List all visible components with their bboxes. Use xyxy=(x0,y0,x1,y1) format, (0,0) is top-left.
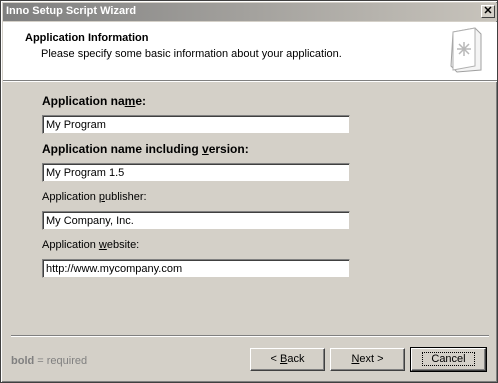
app-version-label: Application name including version: xyxy=(42,142,249,156)
back-button[interactable]: < Back xyxy=(250,348,325,371)
close-icon: ✕ xyxy=(483,5,493,17)
header-divider xyxy=(3,81,497,82)
app-name-label: Application name: xyxy=(42,94,147,108)
page-title: Application Information xyxy=(25,32,149,44)
app-name-field[interactable] xyxy=(42,115,350,134)
wizard-header: Application Information Please specify s… xyxy=(3,22,497,81)
wizard-book-icon xyxy=(450,27,482,73)
app-website-label: Application website: xyxy=(42,239,140,251)
next-button[interactable]: Next > xyxy=(330,348,405,371)
app-publisher-label: Application publisher: xyxy=(42,191,147,203)
wizard-window: Inno Setup Script Wizard ✕ Application I… xyxy=(0,0,498,383)
footer-divider-highlight xyxy=(11,336,489,337)
close-button[interactable]: ✕ xyxy=(481,5,495,18)
window-title: Inno Setup Script Wizard xyxy=(6,5,137,17)
app-version-field[interactable] xyxy=(42,163,350,182)
required-legend: bold = required xyxy=(11,355,88,367)
app-website-field[interactable] xyxy=(42,259,350,278)
cancel-button[interactable]: Cancel xyxy=(410,347,487,372)
app-publisher-field[interactable] xyxy=(42,211,350,230)
title-bar[interactable]: Inno Setup Script Wizard ✕ xyxy=(3,3,497,21)
page-subtitle: Please specify some basic information ab… xyxy=(41,48,342,60)
